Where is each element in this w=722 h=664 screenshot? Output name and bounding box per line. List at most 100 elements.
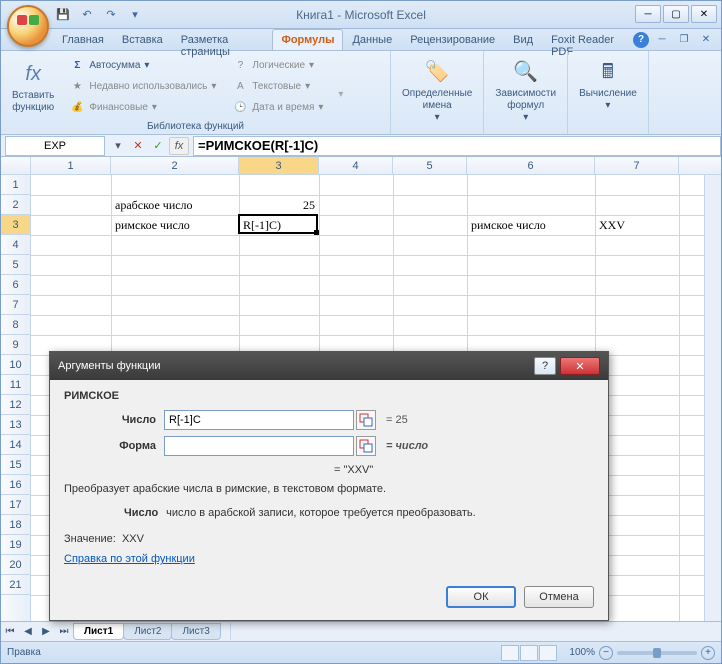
row-header[interactable]: 9 — [1, 335, 30, 355]
text-icon: A — [232, 78, 248, 94]
tab-page-layout[interactable]: Разметка страницы — [172, 29, 273, 50]
ok-button[interactable]: ОК — [446, 586, 516, 608]
cell[interactable]: арабское число — [111, 195, 239, 215]
sheet-nav-next-icon[interactable]: ▶ — [37, 623, 55, 641]
row-header[interactable]: 13 — [1, 415, 30, 435]
zoom-out-button[interactable]: − — [599, 646, 613, 660]
row-header[interactable]: 20 — [1, 555, 30, 575]
mdi-minimize-icon[interactable]: ─ — [653, 33, 671, 47]
insert-function-button[interactable]: fx Вставить функцию — [5, 53, 61, 119]
tab-home[interactable]: Главная — [53, 29, 113, 50]
name-dropdown-icon[interactable]: ▾ — [109, 137, 127, 155]
row-header[interactable]: 18 — [1, 515, 30, 535]
redo-icon[interactable]: ↷ — [101, 5, 121, 25]
page-layout-view-button[interactable] — [520, 645, 538, 661]
normal-view-button[interactable] — [501, 645, 519, 661]
sheet-nav-first-icon[interactable]: ⏮ — [1, 623, 19, 641]
mdi-close-icon[interactable]: ✕ — [697, 33, 715, 47]
arg-input[interactable] — [164, 410, 354, 430]
tab-view[interactable]: Вид — [504, 29, 542, 50]
tab-formulas[interactable]: Формулы — [272, 29, 343, 50]
column-header[interactable]: 2 — [111, 157, 239, 174]
accept-formula-icon[interactable]: ✓ — [149, 137, 167, 155]
logical-button[interactable]: ?Логические ▾ — [228, 55, 327, 75]
undo-icon[interactable]: ↶ — [77, 5, 97, 25]
cancel-button[interactable]: Отмена — [524, 586, 594, 608]
qat-dropdown-icon[interactable]: ▾ — [125, 5, 145, 25]
sheet-nav-last-icon[interactable]: ⏭ — [55, 623, 73, 641]
date-time-button[interactable]: 🕒Дата и время ▾ — [228, 97, 327, 117]
tab-insert[interactable]: Вставка — [113, 29, 172, 50]
row-header[interactable]: 3 — [1, 215, 30, 235]
formula-auditing-button[interactable]: 🔍 Зависимости формул ▾ — [488, 53, 563, 127]
range-selector-button[interactable] — [356, 436, 376, 456]
formula-input[interactable] — [193, 136, 721, 156]
page-break-view-button[interactable] — [539, 645, 557, 661]
column-header[interactable]: 5 — [393, 157, 467, 174]
dialog-close-button[interactable]: ✕ — [560, 357, 600, 375]
more-functions-button[interactable]: ▾ — [331, 53, 350, 119]
row-header[interactable]: 6 — [1, 275, 30, 295]
calculation-button[interactable]: 🖩 Вычисление ▾ — [572, 53, 644, 115]
arg-evaluation: = 25 — [386, 414, 408, 426]
dialog-help-button[interactable]: ? — [534, 357, 556, 375]
zoom-percent[interactable]: 100% — [569, 647, 595, 658]
sheet-tab[interactable]: Лист3 — [171, 623, 220, 640]
save-icon[interactable]: 💾 — [53, 5, 73, 25]
cell[interactable]: R[-1]C) — [239, 215, 319, 235]
close-button[interactable]: ✕ — [691, 5, 717, 23]
name-box[interactable] — [5, 136, 105, 156]
mdi-restore-icon[interactable]: ❐ — [675, 33, 693, 47]
cell[interactable]: римское число — [111, 215, 239, 235]
arg-input[interactable] — [164, 436, 354, 456]
office-button[interactable] — [7, 5, 49, 47]
zoom-slider[interactable] — [617, 651, 697, 655]
cell[interactable]: XXV — [595, 215, 679, 235]
column-header[interactable]: 3 — [239, 157, 319, 174]
tab-data[interactable]: Данные — [343, 29, 401, 50]
row-header[interactable]: 4 — [1, 235, 30, 255]
autosum-button[interactable]: ΣАвтосумма ▾ — [65, 55, 220, 75]
sheet-nav-prev-icon[interactable]: ◀ — [19, 623, 37, 641]
select-all-corner[interactable] — [1, 157, 31, 174]
row-header[interactable]: 21 — [1, 575, 30, 595]
sheet-tab[interactable]: Лист1 — [73, 623, 124, 640]
vertical-scrollbar[interactable] — [704, 175, 721, 621]
row-header[interactable]: 2 — [1, 195, 30, 215]
sheet-tab[interactable]: Лист2 — [123, 623, 172, 640]
column-header[interactable]: 1 — [31, 157, 111, 174]
row-header[interactable]: 5 — [1, 255, 30, 275]
fx-button[interactable]: fx — [169, 137, 189, 155]
row-header[interactable]: 14 — [1, 435, 30, 455]
row-header[interactable]: 10 — [1, 355, 30, 375]
text-button[interactable]: AТекстовые ▾ — [228, 76, 327, 96]
recent-button[interactable]: ★Недавно использовались ▾ — [65, 76, 220, 96]
row-header[interactable]: 7 — [1, 295, 30, 315]
cell[interactable]: 25 — [239, 195, 319, 215]
tab-review[interactable]: Рецензирование — [401, 29, 504, 50]
cell[interactable]: римское число — [467, 215, 595, 235]
column-header[interactable]: 7 — [595, 157, 679, 174]
row-header[interactable]: 11 — [1, 375, 30, 395]
row-header[interactable]: 15 — [1, 455, 30, 475]
help-icon[interactable]: ? — [633, 32, 649, 48]
function-help-link[interactable]: Справка по этой функции — [64, 553, 195, 565]
row-header[interactable]: 17 — [1, 495, 30, 515]
library-group-label: Библиотека функций — [1, 121, 390, 132]
defined-names-button[interactable]: 🏷️ Определенные имена ▾ — [395, 53, 479, 127]
row-header[interactable]: 1 — [1, 175, 30, 195]
row-header[interactable]: 8 — [1, 315, 30, 335]
horizontal-scrollbar[interactable] — [230, 623, 721, 640]
financial-button[interactable]: 💰Финансовые ▾ — [65, 97, 220, 117]
minimize-button[interactable]: ─ — [635, 5, 661, 23]
range-selector-button[interactable] — [356, 410, 376, 430]
row-header[interactable]: 19 — [1, 535, 30, 555]
row-header[interactable]: 12 — [1, 395, 30, 415]
maximize-button[interactable]: ▢ — [663, 5, 689, 23]
column-header[interactable]: 4 — [319, 157, 393, 174]
zoom-in-button[interactable]: + — [701, 646, 715, 660]
cancel-formula-icon[interactable]: ✕ — [129, 137, 147, 155]
tab-foxit[interactable]: Foxit Reader PDF — [542, 29, 633, 50]
column-header[interactable]: 6 — [467, 157, 595, 174]
row-header[interactable]: 16 — [1, 475, 30, 495]
